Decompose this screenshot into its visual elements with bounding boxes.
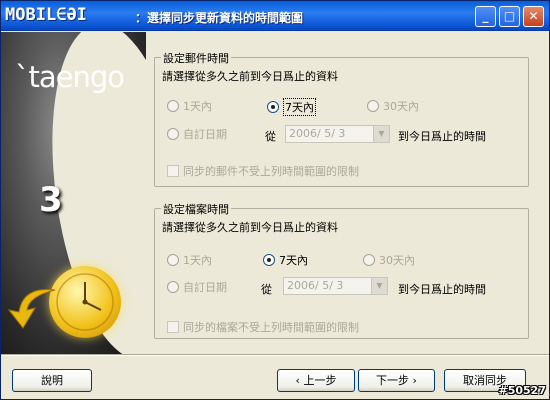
file-group-title: 設定檔案時間 (161, 201, 231, 217)
radio-label: 1天內 (183, 254, 212, 267)
mail-date-picker[interactable]: 2006/ 5/ 3 ▼ (285, 125, 390, 143)
chevron-down-icon[interactable]: ▼ (371, 278, 387, 294)
radio-circle (363, 254, 375, 266)
file-no-limit-checkbox[interactable]: 同步的檔案不受上列時間範圍的限制 (167, 319, 359, 335)
radio-label: 7天內 (283, 98, 316, 116)
checkbox-label: 同步的郵件不受上列時間範圍的限制 (183, 165, 359, 178)
mail-from-label: 從 (265, 130, 276, 143)
checkbox-label: 同步的檔案不受上列時間範圍的限制 (183, 321, 359, 334)
radio-label: 7天內 (279, 254, 308, 267)
file-date-value: 2006/ 5/ 3 (287, 279, 344, 292)
back-button[interactable]: ‹ 上一步 (277, 369, 355, 392)
minimize-button[interactable]: _ (475, 6, 496, 27)
radio-label: 自訂日期 (183, 281, 227, 294)
post-id-watermark: #50527 (498, 384, 547, 397)
mail-time-group: 設定郵件時間 請選擇從多久之前到今日爲止的資料 1天內 7天內 30天內 自訂日… (154, 50, 529, 187)
mail-radio-1-day[interactable]: 1天內 (167, 98, 212, 114)
radio-circle (167, 254, 179, 266)
mobile-brand-logo: MOBIL∈ƏI (5, 5, 87, 25)
radio-label: 30天內 (379, 254, 415, 267)
file-until-label: 到今日爲止的時間 (398, 283, 486, 296)
wizard-window: MOBIL∈ƏI ：選擇同步更新資料的時間範圍 _ □ ✕ `taengo 3 … (0, 0, 550, 400)
radio-circle (167, 128, 179, 140)
file-radio-custom-date[interactable]: 自訂日期 (167, 279, 227, 295)
sync-arrow-icon (7, 288, 56, 329)
radio-circle (263, 254, 275, 266)
checkbox-box (167, 165, 179, 177)
mail-until-label: 到今日爲止的時間 (398, 130, 486, 143)
mail-radio-30-days[interactable]: 30天內 (367, 98, 419, 114)
mail-no-limit-checkbox[interactable]: 同步的郵件不受上列時間範圍的限制 (167, 163, 359, 179)
radio-label: 1天內 (183, 100, 212, 113)
button-bar-divider (1, 354, 549, 356)
next-button[interactable]: 下一步 › (358, 369, 435, 392)
taengo-logo: `taengo (15, 60, 125, 94)
file-time-group: 設定檔案時間 請選擇從多久之前到今日爲止的資料 1天內 7天內 30天內 自訂日… (154, 201, 529, 339)
radio-label: 30天內 (383, 100, 419, 113)
radio-circle (167, 100, 179, 112)
radio-circle (167, 281, 179, 293)
mail-group-title: 設定郵件時間 (161, 50, 231, 66)
help-button[interactable]: 說明 (12, 369, 92, 392)
radio-label: 自訂日期 (183, 128, 227, 141)
file-date-picker[interactable]: 2006/ 5/ 3 ▼ (283, 277, 388, 295)
file-radio-1-day[interactable]: 1天內 (167, 252, 212, 268)
mail-radio-custom-date[interactable]: 自訂日期 (167, 126, 227, 142)
mail-date-value: 2006/ 5/ 3 (289, 127, 346, 140)
wizard-side-banner: `taengo 3 (1, 32, 146, 354)
mail-group-description: 請選擇從多久之前到今日爲止的資料 (162, 70, 338, 83)
file-group-description: 請選擇從多久之前到今日爲止的資料 (162, 221, 338, 234)
file-from-label: 從 (261, 283, 272, 296)
chevron-down-icon[interactable]: ▼ (373, 126, 389, 142)
radio-circle (367, 100, 379, 112)
radio-circle (267, 101, 279, 113)
window-title: ：選擇同步更新資料的時間範圍 (135, 11, 304, 25)
checkbox-box (167, 321, 179, 333)
file-radio-30-days[interactable]: 30天內 (363, 252, 415, 268)
mail-radio-7-days[interactable]: 7天內 (267, 98, 316, 116)
title-bar[interactable]: MOBIL∈ƏI ：選擇同步更新資料的時間範圍 _ □ ✕ (1, 1, 549, 31)
close-button[interactable]: ✕ (523, 6, 544, 27)
step-number: 3 (39, 180, 63, 220)
file-radio-7-days[interactable]: 7天內 (263, 252, 308, 268)
maximize-button[interactable]: □ (499, 6, 520, 27)
